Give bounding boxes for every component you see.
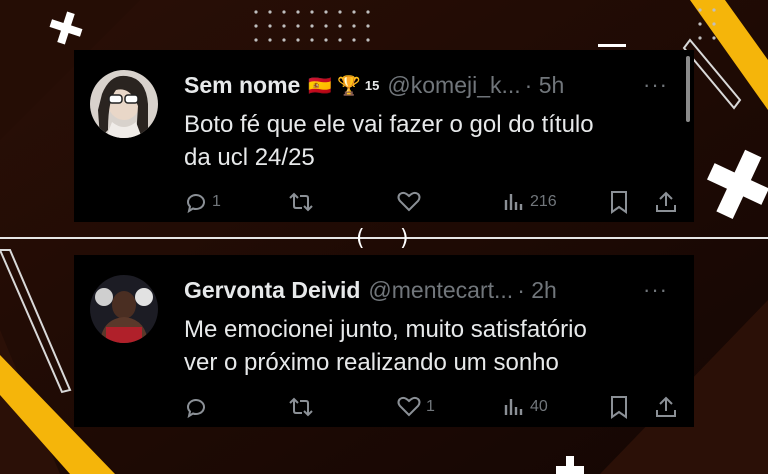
views-chart-icon — [504, 399, 523, 415]
views-chart-icon — [504, 194, 523, 210]
tweet-text-line: Boto fé que ele vai fazer o gol do títul… — [184, 111, 594, 138]
reply-button[interactable] — [184, 395, 212, 419]
like-button[interactable]: 1 — [396, 395, 435, 419]
views-count: 40 — [530, 398, 548, 415]
reply-count: 1 — [212, 193, 221, 210]
tweet-header: Gervonta Deivid @mentecart... · 2h ··· — [184, 277, 674, 304]
tweet-card[interactable]: Gervonta Deivid @mentecart... · 2h ··· M… — [74, 255, 694, 427]
share-button[interactable] — [654, 395, 678, 419]
tweet-actions: 1 40 — [184, 395, 680, 423]
tweet-header: Sem nome 🇪🇸 🏆 15 @komeji_k... · 5h ··· — [184, 72, 674, 99]
author-handle[interactable]: @komeji_k... — [387, 72, 520, 99]
retweet-button[interactable] — [288, 395, 318, 419]
avatar[interactable] — [90, 275, 158, 343]
badge-count: 15 — [364, 78, 380, 93]
retweet-button[interactable] — [288, 190, 318, 214]
heart-icon — [397, 396, 421, 417]
share-button[interactable] — [654, 190, 678, 214]
retweet-icon — [289, 192, 313, 212]
tweet-text-line: ver o próximo realizando um sonho — [184, 349, 559, 376]
bookmark-button[interactable] — [608, 395, 630, 419]
badges: 🇪🇸 🏆 15 — [308, 74, 379, 98]
bookmark-icon — [611, 396, 627, 419]
badge-emojis: 🇪🇸 🏆 — [308, 75, 361, 97]
tweet-text-line: da ucl 24/25 — [184, 144, 315, 171]
more-options-icon[interactable]: ··· — [643, 72, 668, 98]
views-count: 216 — [530, 193, 557, 210]
avatar[interactable] — [90, 70, 158, 138]
like-button[interactable] — [396, 190, 426, 214]
bookmark-button[interactable] — [608, 190, 630, 214]
scrollbar[interactable] — [686, 56, 690, 122]
like-count: 1 — [426, 398, 435, 415]
tweet-text-line: Me emocionei junto, muito satisfatório — [184, 316, 587, 343]
bookmark-icon — [611, 191, 627, 214]
tweet-time[interactable]: · 2h — [517, 277, 557, 304]
tweet-text: Boto fé que ele vai fazer o gol do títul… — [184, 108, 674, 174]
tweet-time[interactable]: · 5h — [525, 72, 565, 99]
views-button[interactable]: 40 — [502, 395, 548, 419]
retweet-icon — [289, 397, 313, 417]
author-handle[interactable]: @mentecart... — [368, 277, 513, 304]
tweet-actions: 1 216 — [184, 190, 680, 218]
tweet-text: Me emocionei junto, muito satisfatório v… — [184, 313, 674, 379]
more-options-icon[interactable]: ··· — [643, 277, 668, 303]
reply-icon — [186, 194, 205, 214]
tweet-card[interactable]: Sem nome 🇪🇸 🏆 15 @komeji_k... · 5h ··· B… — [74, 50, 694, 222]
reply-icon — [186, 399, 205, 419]
author-name[interactable]: Sem nome — [184, 72, 300, 99]
heart-icon — [397, 191, 421, 212]
reply-button[interactable]: 1 — [184, 190, 221, 214]
views-button[interactable]: 216 — [502, 190, 557, 214]
separator-right-paren: ) — [400, 226, 409, 251]
share-icon — [656, 396, 676, 417]
separator-line — [0, 237, 768, 239]
author-name[interactable]: Gervonta Deivid — [184, 277, 360, 304]
share-icon — [656, 191, 676, 212]
separator-left-paren: ( — [356, 226, 365, 251]
